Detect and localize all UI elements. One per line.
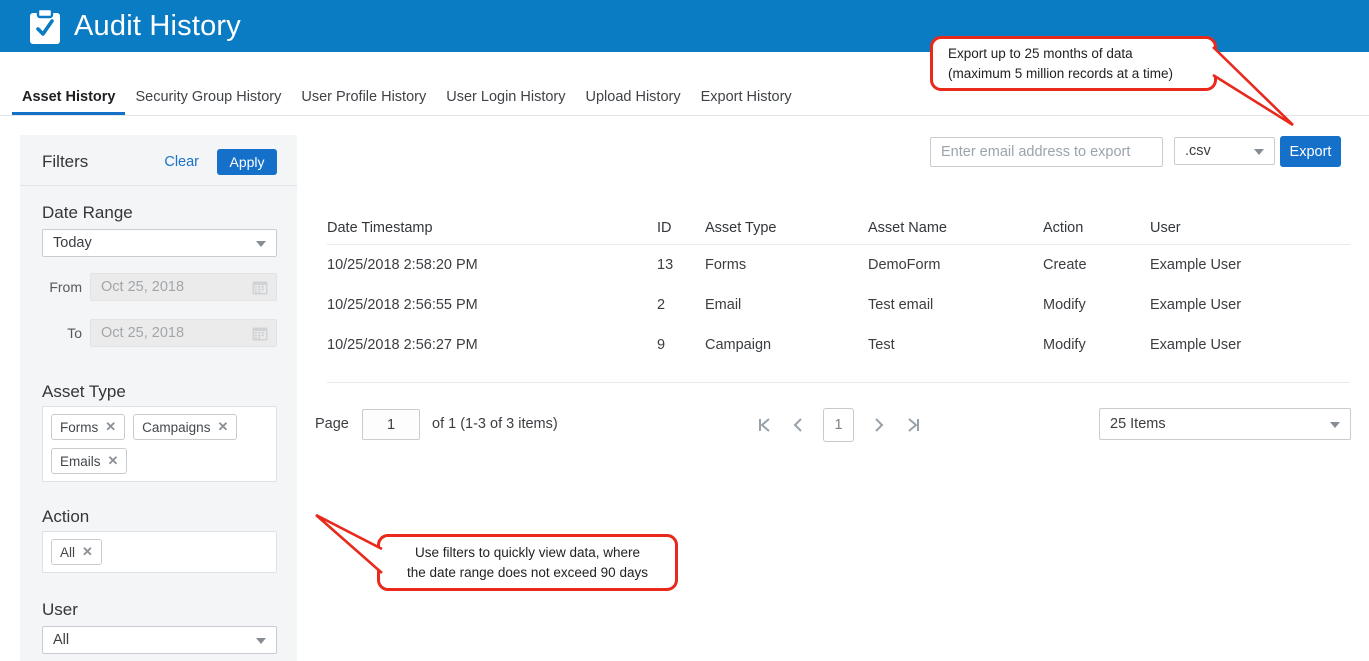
cell-asset-type: Campaign bbox=[705, 337, 772, 353]
cell-id: 2 bbox=[657, 297, 666, 313]
col-action: Action bbox=[1043, 220, 1084, 236]
export-format-select[interactable]: .csv bbox=[1174, 137, 1275, 167]
cell-user: Example User bbox=[1150, 257, 1242, 273]
export-callout: Export up to 25 months of data (maximum … bbox=[930, 36, 1217, 91]
apply-filters-button[interactable]: Apply bbox=[217, 149, 277, 175]
clear-filters-link[interactable]: Clear bbox=[164, 154, 199, 170]
cell-asset-name: Test email bbox=[868, 297, 934, 313]
chip-label: Emails bbox=[60, 453, 101, 469]
remove-chip-icon[interactable]: ✕ bbox=[82, 544, 93, 560]
callout-line: Use filters to quickly view data, where bbox=[414, 544, 641, 560]
from-date-field[interactable]: Oct 25, 2018 bbox=[90, 273, 277, 301]
action-chip-box[interactable]: All ✕ bbox=[42, 531, 277, 573]
export-button[interactable]: Export bbox=[1280, 136, 1341, 167]
to-label: To bbox=[67, 325, 82, 341]
caret-down-icon bbox=[1330, 422, 1340, 428]
remove-chip-icon[interactable]: ✕ bbox=[105, 419, 116, 435]
calendar-icon bbox=[252, 281, 268, 295]
date-range-label: Date Range bbox=[42, 203, 133, 222]
chip-label: All bbox=[60, 544, 76, 560]
cell-date: 10/25/2018 2:56:55 PM bbox=[327, 297, 478, 313]
export-email-input[interactable] bbox=[930, 137, 1163, 167]
cell-id: 9 bbox=[657, 337, 666, 353]
table-row: 10/25/2018 2:56:55 PM 2 Email Test email… bbox=[327, 285, 1350, 325]
cell-action: Modify bbox=[1043, 297, 1086, 313]
cell-asset-name: Test bbox=[868, 337, 895, 353]
user-value: All bbox=[53, 632, 70, 648]
page-number-input[interactable] bbox=[362, 409, 420, 440]
cell-date: 10/25/2018 2:56:27 PM bbox=[327, 337, 478, 353]
col-date-timestamp: Date Timestamp bbox=[327, 220, 433, 236]
page-title: Audit History bbox=[74, 9, 241, 42]
cell-user: Example User bbox=[1150, 337, 1242, 353]
action-label: Action bbox=[42, 507, 90, 526]
from-label: From bbox=[49, 279, 82, 295]
col-asset-name: Asset Name bbox=[868, 220, 947, 236]
table-row: 10/25/2018 2:58:20 PM 13 Forms DemoForm … bbox=[327, 245, 1350, 285]
export-format-value: .csv bbox=[1185, 143, 1211, 159]
cell-asset-type: Forms bbox=[705, 257, 747, 273]
cell-action: Create bbox=[1043, 257, 1087, 273]
clipboard-check-icon bbox=[30, 7, 60, 44]
user-select[interactable]: All bbox=[42, 626, 277, 654]
cell-date: 10/25/2018 2:58:20 PM bbox=[327, 257, 478, 273]
col-id: ID bbox=[657, 220, 672, 236]
date-range-value: Today bbox=[53, 235, 92, 251]
to-date-value: Oct 25, 2018 bbox=[101, 325, 185, 341]
tab-asset-history[interactable]: Asset History bbox=[12, 80, 126, 115]
table-header-row: Date Timestamp ID Asset Type Asset Name … bbox=[327, 212, 1350, 245]
tab-user-profile-history[interactable]: User Profile History bbox=[291, 80, 436, 115]
remove-chip-icon[interactable]: ✕ bbox=[217, 419, 228, 435]
tab-user-login-history[interactable]: User Login History bbox=[436, 80, 575, 115]
first-page-icon[interactable] bbox=[755, 408, 773, 442]
next-page-icon[interactable] bbox=[870, 408, 888, 442]
table-bottom-border bbox=[327, 365, 1350, 383]
cell-action: Modify bbox=[1043, 337, 1086, 353]
col-asset-type: Asset Type bbox=[705, 220, 777, 236]
chip-label: Forms bbox=[60, 419, 99, 435]
audit-table: Date Timestamp ID Asset Type Asset Name … bbox=[327, 212, 1350, 383]
cell-id: 13 bbox=[657, 257, 674, 273]
current-page-button[interactable]: 1 bbox=[823, 408, 854, 442]
col-user: User bbox=[1150, 220, 1181, 236]
cell-user: Example User bbox=[1150, 297, 1242, 313]
page-range-text: of 1 (1-3 of 3 items) bbox=[432, 416, 558, 432]
audit-history-page: Audit History Asset History Security Gro… bbox=[0, 0, 1369, 661]
date-range-select[interactable]: Today bbox=[42, 229, 277, 257]
previous-page-icon[interactable] bbox=[789, 408, 807, 442]
callout-line: Export up to 25 months of data bbox=[948, 45, 1133, 61]
filters-callout: Use filters to quickly view data, where … bbox=[377, 534, 678, 591]
caret-down-icon bbox=[1254, 149, 1264, 155]
to-date-field[interactable]: Oct 25, 2018 bbox=[90, 319, 277, 347]
user-label: User bbox=[42, 600, 78, 619]
tab-security-group-history[interactable]: Security Group History bbox=[125, 80, 291, 115]
tab-upload-history[interactable]: Upload History bbox=[576, 80, 691, 115]
from-date-value: Oct 25, 2018 bbox=[101, 279, 185, 295]
filters-divider bbox=[20, 185, 297, 186]
chip-emails[interactable]: Emails ✕ bbox=[51, 448, 128, 474]
caret-down-icon bbox=[256, 241, 266, 247]
chip-campaigns[interactable]: Campaigns ✕ bbox=[133, 414, 238, 440]
remove-chip-icon[interactable]: ✕ bbox=[108, 453, 119, 469]
calendar-icon bbox=[252, 327, 268, 341]
items-per-page-select[interactable]: 25 Items bbox=[1099, 408, 1351, 440]
chip-all-actions[interactable]: All ✕ bbox=[51, 539, 102, 565]
tab-export-history[interactable]: Export History bbox=[691, 80, 802, 115]
callout-line: the date range does not exceed 90 days bbox=[407, 564, 648, 580]
cell-asset-type: Email bbox=[705, 297, 742, 313]
cell-asset-name: DemoForm bbox=[868, 257, 941, 273]
chip-label: Campaigns bbox=[142, 419, 211, 435]
caret-down-icon bbox=[256, 638, 266, 644]
asset-type-chip-box[interactable]: Forms ✕ Campaigns ✕ Emails ✕ bbox=[42, 406, 277, 482]
callout-line: (maximum 5 million records at a time) bbox=[948, 65, 1174, 81]
chip-forms[interactable]: Forms ✕ bbox=[51, 414, 126, 440]
filters-title: Filters bbox=[42, 152, 89, 171]
asset-type-label: Asset Type bbox=[42, 382, 126, 401]
items-per-page-value: 25 Items bbox=[1110, 416, 1166, 432]
table-row: 10/25/2018 2:56:27 PM 9 Campaign Test Mo… bbox=[327, 325, 1350, 365]
filters-panel: Filters Clear Apply Date Range Today Fro… bbox=[20, 135, 297, 661]
page-label: Page bbox=[315, 416, 349, 432]
last-page-icon[interactable] bbox=[904, 408, 922, 442]
